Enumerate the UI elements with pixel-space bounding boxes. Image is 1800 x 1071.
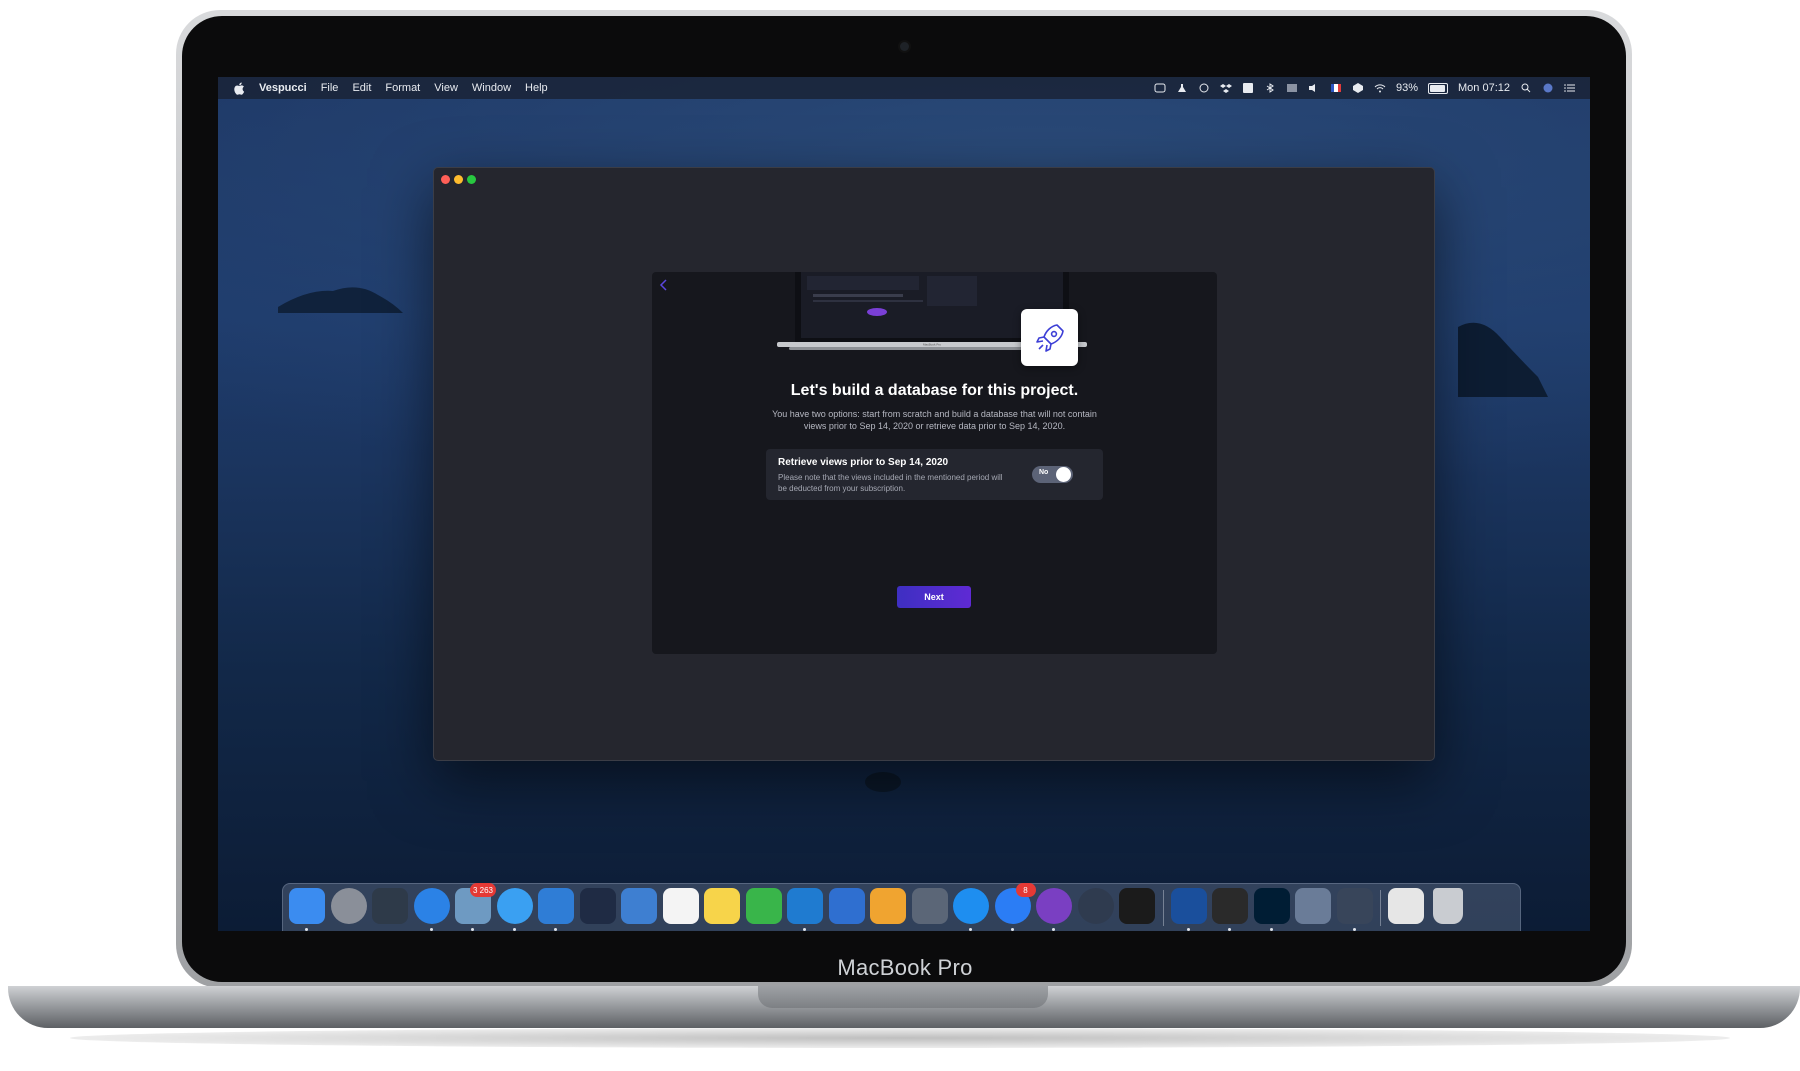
finder-icon[interactable] (289, 888, 325, 924)
desktop-screen: Vespucci File Edit Format View Window He… (218, 77, 1590, 931)
dashboard-icon[interactable] (1336, 888, 1373, 924)
menu-bar: Vespucci File Edit Format View Window He… (218, 77, 1590, 99)
affinity-designer-icon[interactable] (1170, 888, 1207, 924)
messages-icon[interactable] (496, 888, 533, 924)
apple-menu-icon[interactable] (234, 82, 245, 95)
running-indicator (969, 928, 972, 931)
volume-icon[interactable] (1308, 83, 1320, 93)
next-button[interactable]: Next (897, 586, 971, 608)
running-indicator (803, 928, 806, 931)
notification-center-icon[interactable] (1564, 83, 1576, 93)
dock-badge: 3 263 (469, 883, 496, 897)
calendar-icon[interactable] (662, 888, 699, 924)
running-indicator (429, 928, 433, 931)
datagrip-icon[interactable] (1212, 888, 1248, 924)
photoshop-icon[interactable] (1253, 888, 1290, 924)
device-label: MacBook Pro (837, 955, 973, 980)
running-indicator (305, 928, 308, 931)
laptop-notch (758, 986, 1048, 1008)
menu-view[interactable]: View (434, 82, 458, 94)
window-close-button[interactable] (441, 175, 450, 184)
instruments-icon[interactable] (579, 888, 616, 924)
dialog-title: Let's build a database for this project. (790, 382, 1079, 399)
messenger-icon[interactable]: 8 (994, 883, 1036, 924)
numbers-icon[interactable] (745, 888, 782, 924)
trash-icon[interactable] (1432, 888, 1463, 924)
menu-window[interactable]: Window (472, 82, 511, 94)
calculator-icon[interactable] (1388, 888, 1424, 924)
display-icon[interactable] (1286, 83, 1298, 93)
input-source-flag-icon[interactable] (1330, 83, 1342, 93)
running-indicator (1010, 928, 1014, 931)
rocket-card (1021, 309, 1078, 366)
running-indicator (512, 928, 516, 931)
option-note: Please note that the views included in t… (778, 473, 1003, 493)
window-minimize-button[interactable] (454, 175, 463, 184)
dropbox-icon[interactable] (1219, 83, 1232, 93)
sketch-blueprint-icon[interactable] (621, 888, 657, 924)
creative-cloud-icon[interactable] (1198, 83, 1210, 93)
dock-separator (1380, 890, 1381, 926)
app-window: MacBook Pro Let's build a database for t… (433, 167, 1435, 761)
running-indicator (1052, 928, 1055, 931)
vpn-icon[interactable] (1352, 83, 1364, 93)
hero-laptop-label: MacBook Pro (923, 343, 941, 347)
menu-help[interactable]: Help (525, 82, 548, 94)
menu-app-name[interactable]: Vespucci (259, 82, 307, 94)
option-title: Retrieve views prior to Sep 14, 2020 (778, 457, 949, 468)
keynote-icon[interactable] (828, 888, 865, 924)
github-desktop-icon[interactable] (1036, 888, 1072, 924)
running-indicator (1228, 928, 1231, 931)
battery-percent: 93% (1395, 82, 1419, 94)
retrieve-views-toggle[interactable]: No (1032, 466, 1073, 483)
menu-edit[interactable]: Edit (352, 82, 371, 94)
script-editor-icon[interactable] (911, 888, 948, 924)
user-avatar-icon[interactable] (1542, 83, 1554, 93)
quicktime-icon[interactable] (1077, 888, 1114, 924)
dock-badge: 8 (1015, 883, 1036, 897)
menu-file[interactable]: File (321, 82, 339, 94)
app-store-icon[interactable] (953, 888, 989, 924)
dock: 3 263 8 (282, 883, 1521, 931)
running-indicator (471, 928, 474, 931)
back-arrow-icon[interactable] (658, 278, 670, 292)
battery-icon[interactable] (1428, 82, 1449, 94)
preview-icon[interactable]: 3 263 (455, 883, 496, 924)
running-indicator (1186, 928, 1190, 931)
camera (900, 42, 909, 51)
spotlight-icon[interactable] (1520, 83, 1532, 93)
terminal-icon[interactable] (1119, 888, 1155, 924)
dock-separator (1162, 890, 1164, 926)
mission-control-icon[interactable] (372, 888, 408, 924)
flask-icon[interactable] (1176, 83, 1188, 93)
running-indicator (1352, 928, 1356, 931)
wifi-icon[interactable] (1374, 83, 1386, 93)
retrieve-views-option: Retrieve views prior to Sep 14, 2020 Ple… (766, 449, 1103, 500)
screen-icon[interactable] (1154, 83, 1166, 93)
launchpad-icon[interactable] (330, 888, 367, 924)
bluetooth-icon[interactable] (1264, 83, 1276, 93)
running-indicator (554, 928, 557, 931)
notes-icon[interactable] (704, 888, 740, 924)
toggle-knob (1056, 467, 1071, 482)
safari-icon[interactable] (413, 888, 450, 924)
pages-icon[interactable] (870, 888, 906, 924)
toggle-label: No (1039, 469, 1049, 476)
menu-clock[interactable]: Mon 07:12 (1458, 82, 1510, 94)
status-area: 93% Mon 07:12 (1154, 77, 1576, 99)
window-zoom-button[interactable] (467, 175, 476, 184)
rocket-icon (1035, 323, 1064, 352)
image-capture-icon[interactable] (1295, 888, 1331, 924)
onboarding-dialog: MacBook Pro Let's build a database for t… (652, 272, 1217, 654)
dialog-description: You have two options: start from scratch… (772, 409, 1097, 431)
google-drive-icon[interactable] (1242, 83, 1254, 93)
running-indicator (1269, 928, 1273, 931)
xcode-icon[interactable] (538, 888, 574, 924)
menu-format[interactable]: Format (385, 82, 420, 94)
vscode-icon[interactable] (787, 888, 823, 924)
